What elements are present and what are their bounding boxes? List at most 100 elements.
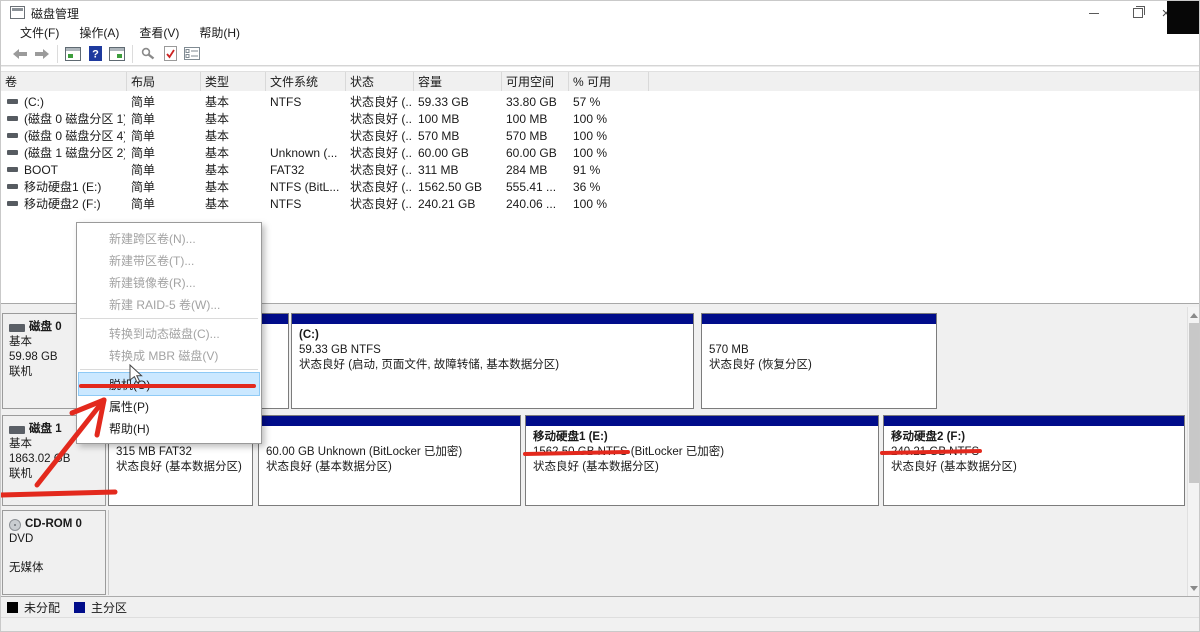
partition-line: 315 MB FAT32: [116, 445, 245, 460]
col-pct-free[interactable]: % 可用: [569, 72, 649, 91]
menu-item-new-spanned-volume[interactable]: 新建跨区卷(N)...: [79, 227, 259, 249]
partition-recovery[interactable]: 570 MB 状态良好 (恢复分区): [701, 313, 937, 409]
cell-layout: 简单: [131, 178, 199, 195]
partition-f-drive[interactable]: 移动硬盘2 (F:) 240.21 GB NTFS 状态良好 (基本数据分区): [883, 415, 1185, 506]
partition-line: 570 MB: [709, 343, 929, 358]
minimize-icon: [1089, 13, 1099, 14]
menu-item-convert-mbr[interactable]: 转换成 MBR 磁盘(V): [79, 344, 259, 366]
menu-item-help[interactable]: 帮助(H): [79, 417, 259, 439]
cell-status: 状态良好 (...: [350, 127, 413, 144]
svg-text:?: ?: [92, 49, 99, 61]
console-tree-icon[interactable]: [62, 44, 84, 64]
disk-management-window: 磁盘管理 × 文件(F) 操作(A) 查看(V) 帮助(H) ?: [0, 0, 1200, 632]
cell-pct: 100 %: [573, 110, 647, 127]
vertical-scrollbar[interactable]: [1187, 307, 1200, 597]
cell-filesystem: NTFS (BitL...: [270, 178, 345, 195]
table-row[interactable]: 移动硬盘2 (F:) 简单 基本 NTFS 状态良好 (... 240.21 G…: [1, 195, 1200, 212]
disk-icon: [9, 324, 25, 332]
partition-e-drive[interactable]: 移动硬盘1 (E:) 1562.50 GB NTFS (BitLocker 已加…: [525, 415, 879, 506]
col-layout[interactable]: 布局: [127, 72, 201, 91]
menu-item-new-raid5-volume[interactable]: 新建 RAID-5 卷(W)...: [79, 293, 259, 315]
cell-pct: 91 %: [573, 161, 647, 178]
table-row[interactable]: (磁盘 1 磁盘分区 2) 简单 基本 Unknown (... 状态良好 (.…: [1, 144, 1200, 161]
cell-status: 状态良好 (...: [350, 110, 413, 127]
disk-name: 磁盘 0: [29, 320, 62, 335]
menu-item-offline[interactable]: 脱机(O): [79, 373, 259, 395]
partition-c-drive[interactable]: (C:) 59.33 GB NTFS 状态良好 (启动, 页面文件, 故障转储,…: [291, 313, 694, 409]
title-bar: 磁盘管理 ×: [1, 1, 1200, 23]
primary-partition-bar: [526, 416, 878, 428]
table-row[interactable]: (磁盘 0 磁盘分区 4) 简单 基本 状态良好 (... 570 MB 570…: [1, 127, 1200, 144]
cell-type: 基本: [205, 161, 265, 178]
table-row[interactable]: BOOT 简单 基本 FAT32 状态良好 (... 311 MB 284 MB…: [1, 161, 1200, 178]
primary-partition-bar: [292, 314, 693, 326]
restore-icon: [1133, 8, 1143, 18]
primary-partition-bar: [702, 314, 936, 326]
cell-status: 状态良好 (...: [350, 161, 413, 178]
inspect-icon[interactable]: [137, 44, 159, 64]
primary-partition-swatch: [74, 602, 85, 613]
toolbar-separator: [132, 45, 133, 63]
minimize-button[interactable]: [1077, 1, 1111, 25]
col-capacity[interactable]: 容量: [414, 72, 502, 91]
menu-item-new-striped-volume[interactable]: 新建带区卷(T)...: [79, 249, 259, 271]
menu-file[interactable]: 文件(F): [11, 23, 68, 42]
table-row[interactable]: (磁盘 0 磁盘分区 1) 简单 基本 状态良好 (... 100 MB 100…: [1, 110, 1200, 127]
check-document-icon[interactable]: [159, 44, 181, 64]
menu-help[interactable]: 帮助(H): [190, 23, 249, 42]
disk-name: 磁盘 1: [29, 422, 62, 437]
table-row[interactable]: (C:) 简单 基本 NTFS 状态良好 (... 59.33 GB 33.80…: [1, 93, 1200, 110]
partition-line: 状态良好 (基本数据分区): [533, 460, 871, 475]
partition-title: [709, 328, 929, 343]
cell-status: 状态良好 (...: [350, 195, 413, 212]
cell-volume: 移动硬盘1 (E:): [24, 178, 101, 195]
scrollbar-thumb[interactable]: [1189, 323, 1199, 483]
partition-bitlocker-60gb[interactable]: 60.00 GB Unknown (BitLocker 已加密) 状态良好 (基…: [258, 415, 521, 506]
col-free-space[interactable]: 可用空间: [502, 72, 569, 91]
cell-type: 基本: [205, 93, 265, 110]
legend-bar: 未分配 主分区: [1, 596, 1200, 617]
partition-title: 移动硬盘2 (F:): [891, 430, 1177, 445]
table-row[interactable]: 移动硬盘1 (E:) 简单 基本 NTFS (BitL... 状态良好 (...…: [1, 178, 1200, 195]
cell-capacity: 60.00 GB: [418, 144, 501, 161]
volume-icon: [7, 150, 18, 155]
col-filesystem[interactable]: 文件系统: [266, 72, 346, 91]
col-status[interactable]: 状态: [346, 72, 414, 91]
cell-capacity: 1562.50 GB: [418, 178, 501, 195]
volume-icon: [7, 184, 18, 189]
col-volume[interactable]: 卷: [1, 72, 127, 91]
col-blank: [649, 72, 1200, 91]
divider: [1, 66, 1200, 67]
back-arrow-icon[interactable]: [9, 44, 31, 64]
menu-view[interactable]: 查看(V): [130, 23, 188, 42]
partition-line: 状态良好 (基本数据分区): [116, 460, 245, 475]
cell-free: 60.00 GB: [506, 144, 568, 161]
menu-item-convert-dynamic[interactable]: 转换到动态磁盘(C)...: [79, 322, 259, 344]
disk-context-menu: 新建跨区卷(N)... 新建带区卷(T)... 新建镜像卷(R)... 新建 R…: [76, 222, 262, 444]
mouse-cursor: [129, 364, 143, 384]
disk-status: 联机: [9, 467, 99, 482]
console-window-icon[interactable]: [106, 44, 128, 64]
menu-item-new-mirrored-volume[interactable]: 新建镜像卷(R)...: [79, 271, 259, 293]
partition-line: 状态良好 (恢复分区): [709, 358, 929, 373]
volume-icon: [7, 133, 18, 138]
help-icon[interactable]: ?: [84, 44, 106, 64]
cell-capacity: 311 MB: [418, 161, 501, 178]
cell-free: 555.41 ...: [506, 178, 568, 195]
properties-icon[interactable]: [181, 44, 203, 64]
black-corner-patch: [1167, 1, 1200, 34]
cell-free: 570 MB: [506, 127, 568, 144]
scroll-up-icon[interactable]: [1190, 313, 1198, 318]
menu-item-properties[interactable]: 属性(P): [79, 395, 259, 417]
disk-kind: DVD: [9, 532, 99, 547]
cell-free: 100 MB: [506, 110, 568, 127]
forward-arrow-icon[interactable]: [31, 44, 53, 64]
cell-pct: 100 %: [573, 144, 647, 161]
cell-pct: 100 %: [573, 195, 647, 212]
cdrom-label[interactable]: CD-ROM 0 DVD 无媒体: [2, 510, 106, 595]
disk-icon: [9, 426, 25, 434]
menu-action[interactable]: 操作(A): [70, 23, 128, 42]
scroll-down-icon[interactable]: [1190, 586, 1198, 591]
cell-filesystem: [270, 127, 345, 144]
col-type[interactable]: 类型: [201, 72, 266, 91]
